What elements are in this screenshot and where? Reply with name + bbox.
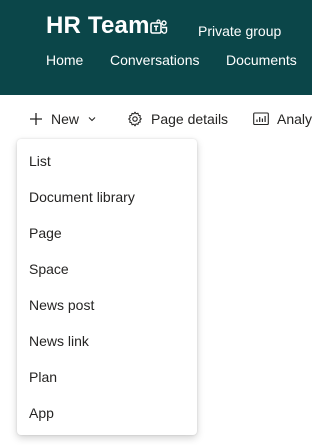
gear-icon [128, 111, 142, 127]
new-button-label: New [51, 111, 80, 127]
site-navigation: Home Conversations Documents [0, 52, 312, 72]
menu-item-news-link[interactable]: News link [17, 323, 197, 359]
menu-item-document-library[interactable]: Document library [17, 179, 197, 215]
menu-item-app[interactable]: App [17, 395, 197, 431]
analytics-label: Analytics [277, 111, 312, 127]
nav-item-conversations[interactable]: Conversations [110, 52, 200, 68]
plus-icon [30, 113, 42, 125]
menu-item-page[interactable]: Page [17, 215, 197, 251]
nav-item-documents[interactable]: Documents [226, 52, 297, 68]
analytics-icon [253, 112, 269, 126]
menu-item-plan[interactable]: Plan [17, 359, 197, 395]
page-details-button[interactable]: Page details [127, 109, 228, 129]
sharepoint-page: HR Team Private group Home Conversations… [0, 0, 312, 445]
new-dropdown-menu: List Document library Page Space News po… [17, 139, 197, 435]
site-header: HR Team Private group Home Conversations… [0, 0, 312, 95]
menu-item-list[interactable]: List [17, 143, 197, 179]
page-details-label: Page details [151, 111, 229, 127]
new-button[interactable]: New [29, 109, 97, 129]
chevron-down-icon [88, 117, 96, 122]
menu-item-space[interactable]: Space [17, 251, 197, 287]
site-title[interactable]: HR Team [46, 12, 150, 40]
menu-item-news-post[interactable]: News post [17, 287, 197, 323]
privacy-label: Private group [198, 23, 282, 39]
teams-icon[interactable] [150, 19, 168, 36]
nav-item-home[interactable]: Home [46, 52, 83, 68]
command-bar: New Page details Analytics [0, 95, 312, 139]
analytics-button[interactable]: Analytics [253, 109, 312, 129]
